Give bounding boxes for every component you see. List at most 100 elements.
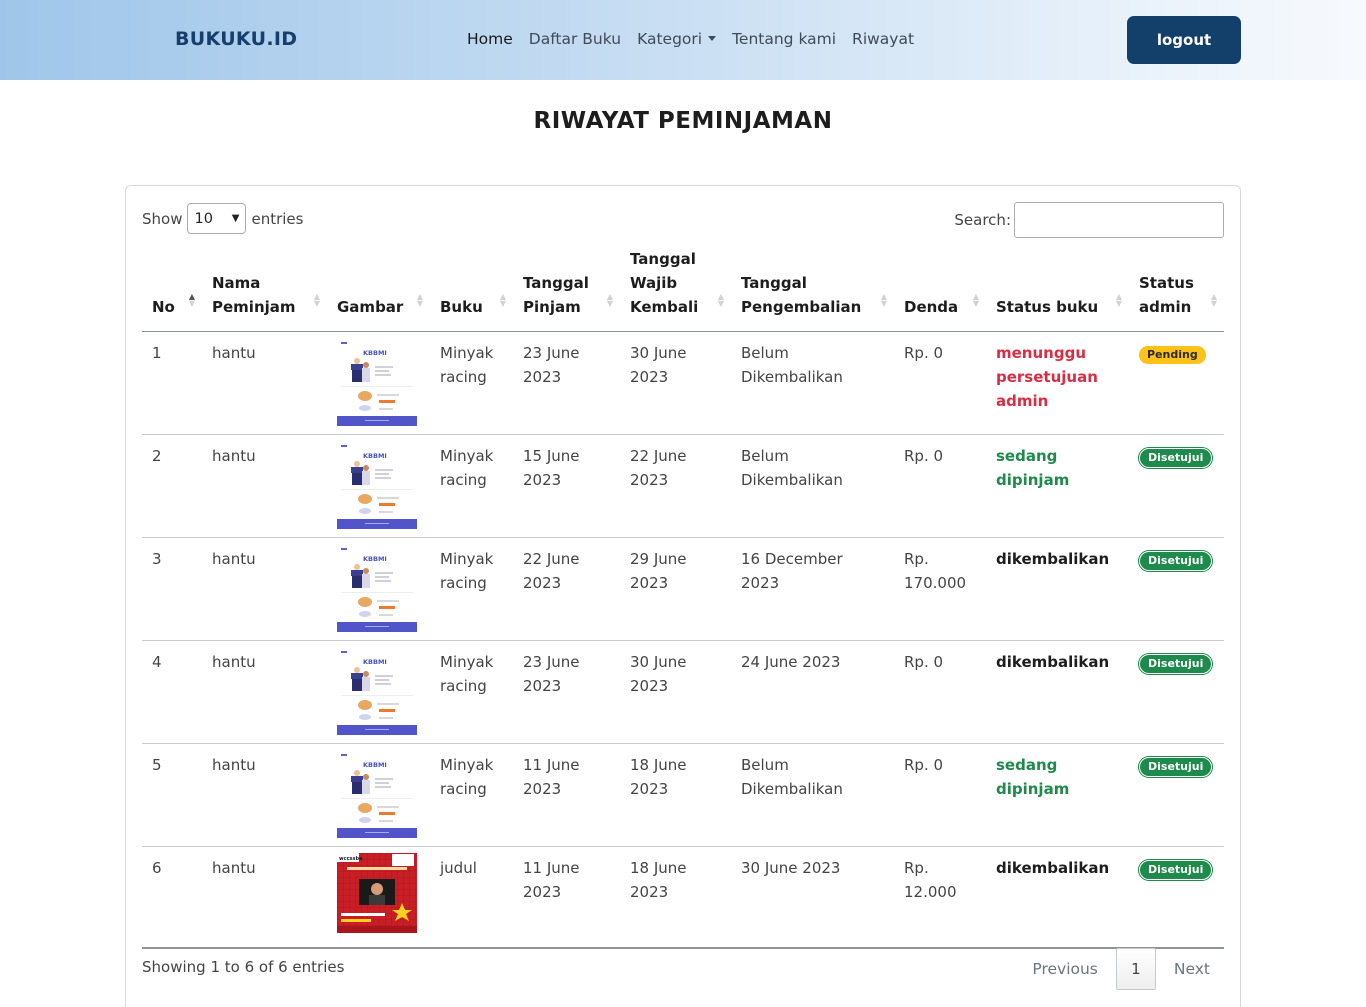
search-label: Search: xyxy=(954,211,1011,229)
cell-no: 1 xyxy=(142,331,202,435)
page-1-button[interactable]: 1 xyxy=(1115,948,1156,990)
cell-no: 5 xyxy=(142,743,202,847)
cell-buku: judul xyxy=(430,846,513,949)
column-header-tanggal-pengembalian[interactable]: Tanggal Pengembalian ▲ ▼ xyxy=(731,246,894,332)
column-header-label: Gambar xyxy=(337,297,404,316)
cell-denda: Rp. 170.000 xyxy=(894,537,986,641)
nav-home[interactable]: Home xyxy=(467,30,513,48)
cell-nama-peminjam: hantu xyxy=(202,537,327,641)
cell-denda: Rp. 0 xyxy=(894,743,986,847)
chevron-down-icon: ▼ xyxy=(231,213,240,224)
status-buku-text: sedang dipinjam xyxy=(996,446,1070,489)
svg-text:KBBMI: KBBMI xyxy=(363,658,387,666)
pagination: Previous 1 Next xyxy=(1018,948,1224,990)
cell-nama-peminjam: hantu xyxy=(202,640,327,744)
column-header-denda[interactable]: Denda ▲ ▼ xyxy=(894,246,986,332)
column-header-status-buku[interactable]: Status buku ▲ ▼ xyxy=(986,246,1129,332)
table-header-row: No ▲ ▼ Nama Peminjam ▲ ▼ Gambar ▲ ▼ Buku ▲ ▼ Tanggal… xyxy=(142,246,1224,332)
red-poster-cover-icon: wccssba xyxy=(337,852,417,941)
column-header-tanggal-pinjam[interactable]: Tanggal Pinjam ▲ ▼ xyxy=(513,246,620,332)
table-row: 3 hantu KBBMI Minyak racing 22 June 2023 29… xyxy=(142,537,1224,641)
column-header-label: Status buku xyxy=(996,297,1099,316)
sort-icon: ▲ ▼ xyxy=(499,291,506,308)
search-input[interactable] xyxy=(1014,202,1224,238)
cell-status-admin: Pending xyxy=(1129,331,1224,435)
column-header-status-admin[interactable]: Status admin ▲ ▼ xyxy=(1129,246,1224,332)
column-header-label: Tanggal Wajib Kembali xyxy=(630,249,699,316)
previous-button[interactable]: Previous xyxy=(1018,948,1112,990)
sort-icon: ▲ ▼ xyxy=(717,291,724,308)
nav-daftar-buku[interactable]: Daftar Buku xyxy=(529,30,621,48)
cell-denda: Rp. 0 xyxy=(894,640,986,744)
svg-text:KBBMI: KBBMI xyxy=(363,349,387,357)
column-header-gambar[interactable]: Gambar ▲ ▼ xyxy=(327,246,430,332)
brand-logo[interactable]: BUKUKU.ID xyxy=(175,28,297,50)
cell-buku: Minyak racing xyxy=(430,537,513,641)
column-header-nama-peminjam[interactable]: Nama Peminjam ▲ ▼ xyxy=(202,246,327,332)
column-header-no[interactable]: No ▲ ▼ xyxy=(142,246,202,332)
sort-icon: ▲ ▼ xyxy=(313,291,320,308)
status-badge: Disetujui xyxy=(1139,653,1213,674)
nav-links: Home Daftar Buku Kategori Tentang kami R… xyxy=(467,30,914,48)
column-header-label: No xyxy=(152,297,175,316)
cell-gambar: wccssba xyxy=(327,846,430,949)
cell-tanggal-pengembalian: 24 June 2023 xyxy=(731,640,894,744)
column-header-label: Status admin xyxy=(1139,273,1194,316)
cell-tanggal-pinjam: 23 June 2023 xyxy=(513,640,620,744)
cell-nama-peminjam: hantu xyxy=(202,846,327,949)
table-row: 6 hantu wccssba judul 11 June 2023 18 June … xyxy=(142,846,1224,949)
cell-tanggal-pinjam: 11 June 2023 xyxy=(513,743,620,847)
nav-riwayat[interactable]: Riwayat xyxy=(852,30,914,48)
status-badge: Pending xyxy=(1139,345,1206,364)
status-badge: Disetujui xyxy=(1139,447,1213,468)
page-title: RIWAYAT PEMINJAMAN xyxy=(533,108,833,134)
cell-status-admin: Disetujui xyxy=(1129,640,1224,744)
cell-tanggal-pinjam: 22 June 2023 xyxy=(513,537,620,641)
cell-gambar: KBBMI xyxy=(327,434,430,538)
cell-status-admin: Disetujui xyxy=(1129,743,1224,847)
cell-tanggal-wajib-kembali: 29 June 2023 xyxy=(620,537,731,641)
cell-tanggal-pengembalian: Belum Dikembalikan xyxy=(731,743,894,847)
sort-icon: ▲ ▼ xyxy=(880,291,887,308)
kbbmi-cover-icon: KBBMI xyxy=(337,440,417,529)
cell-gambar: KBBMI xyxy=(327,640,430,744)
cell-tanggal-wajib-kembali: 18 June 2023 xyxy=(620,743,731,847)
cell-tanggal-pengembalian: 30 June 2023 xyxy=(731,846,894,949)
sort-icon: ▲ ▼ xyxy=(1115,291,1122,308)
cell-tanggal-pengembalian: Belum Dikembalikan xyxy=(731,434,894,538)
svg-text:KBBMI: KBBMI xyxy=(363,761,387,769)
cell-no: 2 xyxy=(142,434,202,538)
status-buku-text: sedang dipinjam xyxy=(996,755,1070,798)
kbbmi-cover-icon: KBBMI xyxy=(337,543,417,632)
cell-status-buku: dikembalikan xyxy=(986,640,1129,744)
search-control: Search: xyxy=(954,202,1224,238)
status-buku-text: dikembalikan xyxy=(996,652,1110,671)
nav-kategori-label: Kategori xyxy=(637,30,703,48)
entries-select[interactable]: 10 ▼ xyxy=(187,203,247,234)
column-header-label: Buku xyxy=(440,297,483,316)
column-header-buku[interactable]: Buku ▲ ▼ xyxy=(430,246,513,332)
nav-kategori-dropdown[interactable]: Kategori xyxy=(637,30,717,48)
sort-icon: ▲ ▼ xyxy=(972,291,979,308)
column-header-tanggal-wajib-kembali[interactable]: Tanggal Wajib Kembali ▲ ▼ xyxy=(620,246,731,332)
sort-icon: ▲ ▼ xyxy=(416,291,423,308)
cell-tanggal-pengembalian: 16 December 2023 xyxy=(731,537,894,641)
cell-tanggal-wajib-kembali: 30 June 2023 xyxy=(620,640,731,744)
svg-text:KBBMI: KBBMI xyxy=(363,555,387,563)
status-badge: Disetujui xyxy=(1139,859,1213,880)
cell-gambar: KBBMI xyxy=(327,537,430,641)
cell-status-buku: dikembalikan xyxy=(986,846,1129,949)
next-button[interactable]: Next xyxy=(1160,948,1224,990)
cell-tanggal-pinjam: 11 June 2023 xyxy=(513,846,620,949)
column-header-label: Nama Peminjam xyxy=(212,273,296,316)
table-body: 1 hantu KBBMI Minyak racing 23 June 2023 30… xyxy=(142,331,1224,949)
cell-tanggal-pinjam: 23 June 2023 xyxy=(513,331,620,435)
cell-no: 4 xyxy=(142,640,202,744)
cell-tanggal-pengembalian: Belum Dikembalikan xyxy=(731,331,894,435)
navbar: BUKUKU.ID Home Daftar Buku Kategori Tent… xyxy=(0,0,1366,80)
cell-nama-peminjam: hantu xyxy=(202,434,327,538)
cell-buku: Minyak racing xyxy=(430,743,513,847)
logout-button[interactable]: logout xyxy=(1127,16,1241,64)
sort-icon: ▲ ▼ xyxy=(188,291,195,308)
nav-tentang-kami[interactable]: Tentang kami xyxy=(732,30,836,48)
